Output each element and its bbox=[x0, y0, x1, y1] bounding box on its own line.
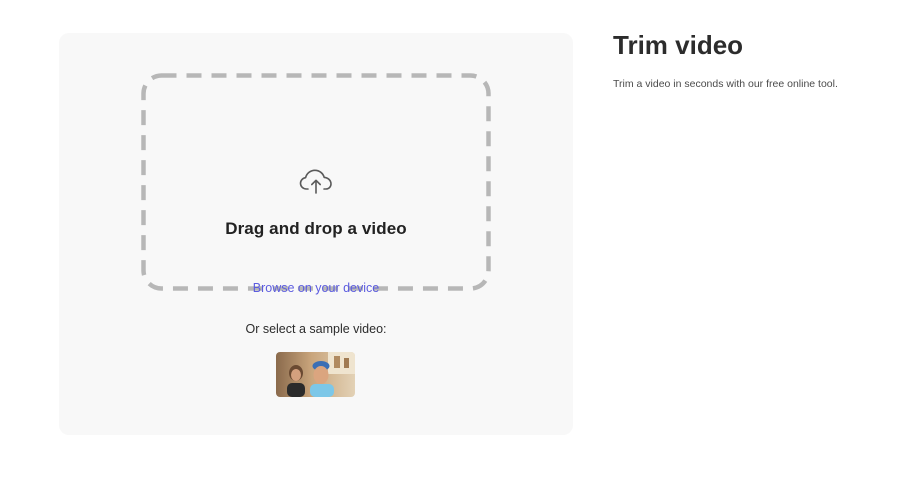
drop-zone[interactable]: Drag and drop a video Browse on your dev… bbox=[141, 73, 491, 295]
upload-panel: Drag and drop a video Browse on your dev… bbox=[59, 33, 573, 435]
sample-video-label: Or select a sample video: bbox=[245, 322, 387, 336]
page-title: Trim video bbox=[613, 30, 744, 60]
tool-info: Trim video Trim a video in seconds with … bbox=[613, 28, 883, 90]
drop-title: Drag and drop a video bbox=[225, 219, 407, 238]
page-description: Trim a video in seconds with our free on… bbox=[613, 78, 838, 90]
cloud-upload-icon bbox=[298, 167, 334, 195]
page: Drag and drop a video Browse on your dev… bbox=[0, 0, 900, 501]
browse-device-link[interactable]: Browse on your device bbox=[141, 281, 491, 295]
sample-video-thumbnail[interactable] bbox=[276, 352, 355, 397]
